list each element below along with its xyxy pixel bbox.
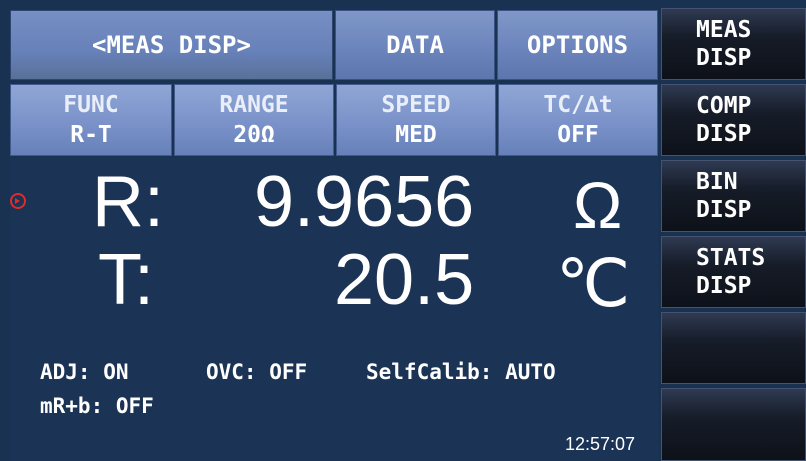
softkey-meas-disp[interactable]: MEAS DISP [661, 8, 806, 80]
tab-meas-disp[interactable]: <MEAS DISP> [10, 10, 333, 80]
softkey-comp-disp-line2: DISP [696, 121, 752, 147]
resistance-unit: Ω [573, 168, 623, 242]
param-speed-value: MED [395, 122, 437, 148]
softkey-bin-disp-line2: DISP [696, 197, 752, 223]
temperature-unit: ℃ [556, 246, 631, 320]
softkey-stats-disp[interactable]: STATS DISP [661, 236, 806, 308]
param-range-button[interactable]: RANGE 20Ω [174, 84, 334, 156]
tab-options-label: OPTIONS [526, 31, 629, 59]
param-func-label: FUNC [63, 92, 119, 118]
softkey-blank-5[interactable] [661, 312, 806, 384]
temperature-value: 20.5 [334, 240, 475, 320]
softkey-meas-disp-line2: DISP [696, 45, 752, 71]
tab-data-label: DATA [386, 31, 444, 59]
resistance-label: R: [92, 162, 164, 242]
softkey-comp-disp[interactable]: COMP DISP [661, 84, 806, 156]
temperature-label: T: [98, 240, 155, 320]
param-func-button[interactable]: FUNC R-T [10, 84, 172, 156]
status-adj: ADJ: ON [40, 360, 129, 384]
status-ovc: OVC: OFF [206, 360, 308, 384]
softkey-stats-disp-line1: STATS [696, 245, 766, 271]
tab-options[interactable]: OPTIONS [497, 10, 658, 80]
softkey-bin-disp[interactable]: BIN DISP [661, 160, 806, 232]
softkey-blank-6[interactable] [661, 388, 806, 461]
tab-meas-disp-label: <MEAS DISP> [92, 31, 251, 59]
status-mrb: mR+b: OFF [40, 394, 154, 418]
param-range-value: 20Ω [233, 122, 275, 148]
param-tc-value: OFF [557, 122, 599, 148]
softkey-stats-disp-line2: DISP [696, 273, 752, 299]
clock: 12:57:07 [565, 434, 636, 454]
trigger-indicator-icon [10, 193, 26, 209]
resistance-value: 9.9656 [254, 162, 475, 242]
param-func-value: R-T [70, 122, 112, 148]
param-speed-button[interactable]: SPEED MED [336, 84, 496, 156]
softkey-bin-disp-line1: BIN [696, 169, 738, 195]
tab-data[interactable]: DATA [335, 10, 495, 80]
param-range-label: RANGE [219, 92, 289, 118]
softkey-comp-disp-line1: COMP [696, 93, 752, 119]
param-tc-button[interactable]: TC/∆t OFF [498, 84, 658, 156]
softkey-meas-disp-line1: MEAS [696, 17, 752, 43]
param-speed-label: SPEED [381, 92, 451, 118]
param-tc-label: TC/∆t [543, 92, 613, 118]
status-selfcalib: SelfCalib: AUTO [366, 360, 556, 384]
instrument-screen: <MEAS DISP> DATA OPTIONS FUNC R-T RANGE … [0, 0, 806, 461]
